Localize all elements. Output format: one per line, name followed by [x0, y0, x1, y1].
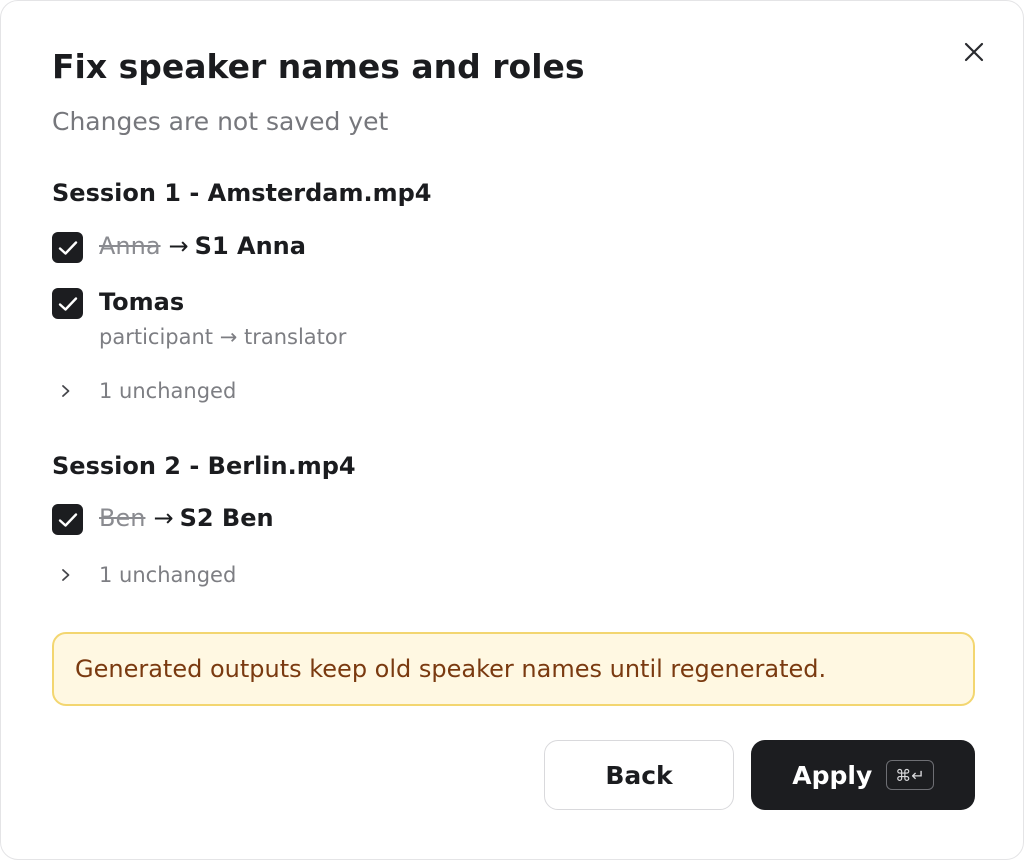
dialog-subtitle: Changes are not saved yet	[52, 107, 389, 136]
rename-ben: Ben → S2 Ben	[99, 504, 274, 532]
new-speaker-name: S1 Anna	[194, 232, 306, 260]
close-button[interactable]	[957, 35, 991, 69]
checkmark-icon	[58, 240, 77, 255]
notice-text: Generated outputs keep old speaker names…	[75, 655, 827, 683]
new-speaker-name: S2 Ben	[179, 504, 274, 532]
unchanged-toggle-session-2[interactable]: 1 unchanged	[57, 561, 236, 589]
keyboard-shortcut-badge: ⌘↵	[886, 760, 934, 790]
shortcut-text: ⌘↵	[895, 765, 925, 785]
rename-anna: Anna → S1 Anna	[99, 232, 306, 260]
checkbox-tomas[interactable]	[52, 288, 83, 319]
session-heading-2: Session 2 - Berlin.mp4	[52, 452, 356, 480]
chevron-right-icon	[57, 382, 75, 400]
apply-label: Apply	[792, 760, 873, 790]
arrow: →	[168, 232, 189, 260]
unchanged-label: 1 unchanged	[99, 563, 237, 587]
warning-notice: Generated outputs keep old speaker names…	[52, 632, 975, 706]
unchanged-label: 1 unchanged	[99, 379, 237, 403]
back-button[interactable]: Back	[544, 740, 734, 810]
role-change-tomas: participant → translator	[99, 325, 347, 349]
checkmark-icon	[58, 512, 77, 527]
checkbox-ben[interactable]	[52, 504, 83, 535]
old-speaker-name: Anna	[99, 232, 161, 260]
fix-speakers-dialog: Fix speaker names and roles Changes are …	[0, 0, 1024, 860]
session-heading-1: Session 1 - Amsterdam.mp4	[52, 179, 432, 207]
checkmark-icon	[58, 296, 77, 311]
dialog-title: Fix speaker names and roles	[52, 47, 585, 86]
old-speaker-name: Ben	[99, 504, 146, 532]
unchanged-toggle-session-1[interactable]: 1 unchanged	[57, 377, 236, 405]
chevron-right-icon	[57, 566, 75, 584]
speaker-name-tomas: Tomas	[99, 288, 185, 316]
close-icon	[964, 42, 984, 62]
arrow: →	[153, 504, 174, 532]
apply-button[interactable]: Apply ⌘↵	[751, 740, 975, 810]
checkbox-anna[interactable]	[52, 232, 83, 263]
